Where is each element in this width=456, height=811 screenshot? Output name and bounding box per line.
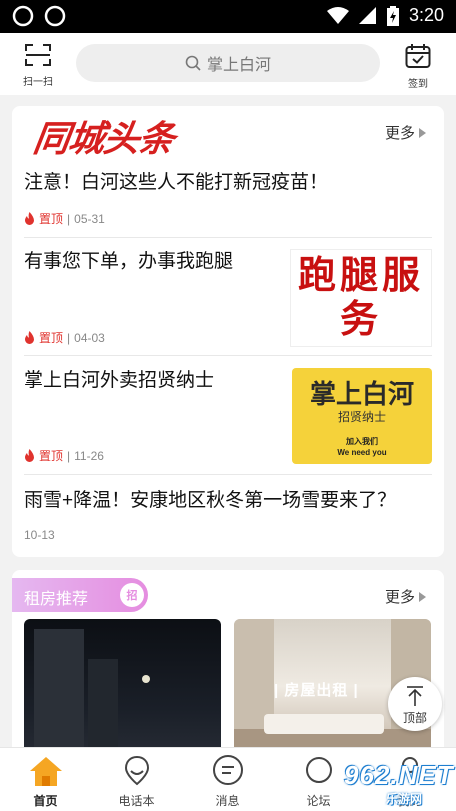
checkin-button[interactable]: 签到: [402, 43, 434, 90]
news-date: 11-26: [74, 448, 104, 463]
rental-photo[interactable]: [24, 619, 221, 760]
tab-label: 消息: [215, 794, 240, 808]
news-item[interactable]: 有事您下单，办事我跑腿 置顶 | 04-03 跑腿服务: [24, 249, 432, 349]
thumbnail-need: We need you: [337, 448, 387, 457]
news-meta: 置顶 | 05-31: [24, 210, 105, 227]
rental-badge-icon: 招: [120, 583, 144, 607]
flame-icon: [25, 212, 34, 225]
pinned-tag: 置顶: [39, 331, 64, 345]
thumbnail-subtitle: 招贤纳士: [337, 410, 386, 424]
search-input[interactable]: 掌上白河: [76, 44, 380, 82]
app-notification-icon: [12, 5, 34, 27]
location-pin-icon: [124, 755, 150, 786]
pinned-tag: 置顶: [39, 449, 64, 463]
tab-phonebook[interactable]: 电话本: [91, 748, 182, 811]
headline-news-card: 同城头条 更多 注意！白河这些人不能打新冠疫苗！ 置顶 | 05-31 有事您下…: [12, 106, 444, 557]
news-date: 05-31: [74, 211, 105, 226]
scan-button[interactable]: 扫一扫: [22, 43, 54, 88]
watermark-logo: 962.NET 乐游网: [322, 760, 454, 806]
tab-home[interactable]: 首页: [0, 748, 91, 811]
chevron-right-icon: [419, 127, 426, 138]
flame-icon: [25, 449, 34, 462]
news-meta: 置顶 | 04-03: [24, 329, 105, 346]
news-more-link[interactable]: 更多: [385, 122, 426, 143]
calendar-check-icon: [405, 44, 431, 68]
watermark-sub: 乐游网: [386, 792, 423, 806]
news-title: 注意！白河这些人不能打新冠疫苗！: [24, 172, 329, 193]
thumbnail-text: 跑腿服务: [297, 255, 424, 341]
tab-label: 电话本: [118, 794, 155, 808]
news-date: 10-13: [24, 528, 55, 542]
tab-messages[interactable]: 消息: [182, 748, 273, 811]
divider: [24, 474, 432, 475]
tab-label: 首页: [33, 794, 58, 808]
room-label: | 房屋出租 |: [274, 682, 359, 699]
meta-separator: |: [67, 330, 71, 345]
rental-section-title: 租房推荐: [24, 591, 89, 608]
divider: [24, 237, 432, 238]
status-bar: 3:20: [0, 0, 456, 33]
rental-more-link[interactable]: 更多: [385, 586, 426, 607]
rental-more-label: 更多: [384, 589, 415, 606]
search-icon: [185, 55, 201, 71]
headline-logo: 同城头条: [30, 119, 177, 159]
thumbnail-join: 加入我们: [346, 437, 378, 446]
news-title: 掌上白河外卖招贤纳士: [24, 370, 215, 391]
pinned-tag: 置顶: [39, 212, 64, 226]
news-title: 雨雪+降温！安康地区秋冬第一场雪要来了？: [24, 490, 397, 511]
news-meta: 置顶 | 11-26: [24, 447, 104, 464]
divider: [24, 355, 432, 356]
wifi-icon: [326, 6, 349, 24]
night-building-image: [34, 629, 150, 760]
news-item[interactable]: 掌上白河外卖招贤纳士 置顶 | 11-26 掌上白河 招贤纳士 加入我们 We …: [24, 368, 432, 468]
meta-separator: |: [67, 448, 71, 463]
battery-icon: [386, 5, 399, 26]
rental-recommend-card: 租房推荐 招 更多 | 房屋出租 |: [12, 570, 444, 760]
news-more-label: 更多: [384, 125, 415, 142]
errand-service-thumbnail: 跑腿服务: [290, 249, 432, 347]
flame-icon: [25, 331, 34, 344]
chevron-right-icon: [419, 591, 426, 602]
news-item[interactable]: 雨雪+降温！安康地区秋冬第一场雪要来了？ 10-13: [24, 488, 432, 548]
back-to-top-button[interactable]: 顶部: [388, 677, 442, 731]
meta-separator: |: [67, 211, 71, 226]
news-title: 有事您下单，办事我跑腿: [24, 251, 234, 272]
search-placeholder: 掌上白河: [206, 57, 271, 74]
app-notification-icon: [44, 5, 66, 27]
status-time: 3:20: [408, 5, 444, 25]
status-left-icons: [12, 5, 66, 27]
arrow-up-icon: [407, 686, 423, 706]
news-meta: 10-13: [24, 528, 55, 542]
home-icon: [30, 757, 62, 786]
rental-section-tag: 租房推荐 招: [12, 578, 148, 612]
news-item[interactable]: 注意！白河这些人不能打新冠疫苗！ 置顶 | 05-31: [24, 170, 432, 230]
recruitment-thumbnail: 掌上白河 招贤纳士 加入我们 We need you: [292, 368, 432, 464]
thumbnail-title: 掌上白河: [309, 379, 414, 409]
watermark-main: 962.NET: [344, 760, 454, 790]
signal-icon: [358, 6, 376, 24]
back-to-top-label: 顶部: [402, 711, 427, 725]
chat-bubble-icon: [213, 755, 243, 785]
checkin-label: 签到: [408, 79, 428, 90]
status-right-icons: 3:20: [326, 5, 444, 26]
news-date: 04-03: [74, 330, 105, 345]
scan-icon: [25, 44, 51, 66]
scan-label: 扫一扫: [23, 77, 53, 88]
top-header: 扫一扫 掌上白河 签到: [0, 33, 456, 95]
